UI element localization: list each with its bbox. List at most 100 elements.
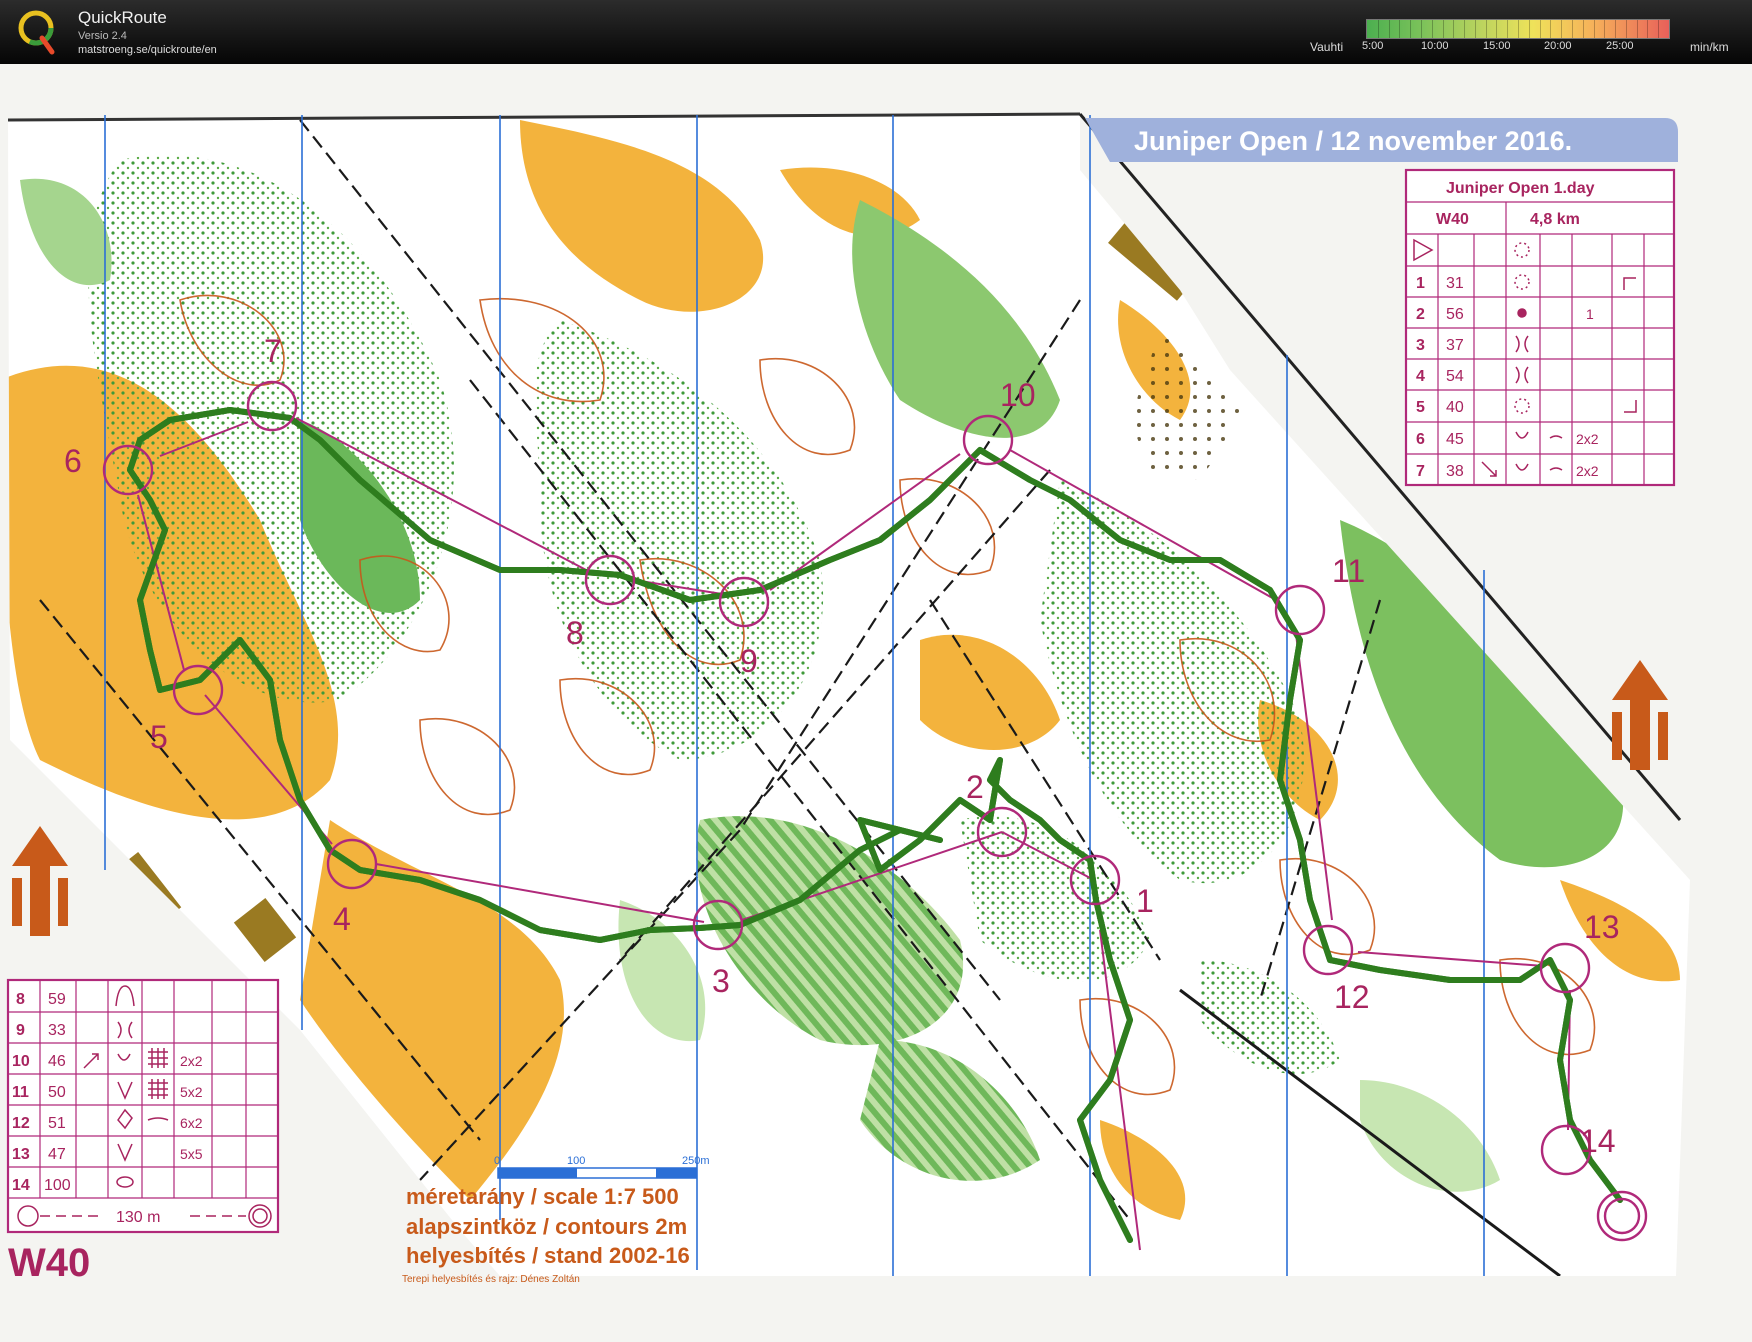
control-number-8: 8	[566, 615, 584, 651]
pace-unit: min/km	[1690, 40, 1729, 54]
desc-row-num: 9	[16, 1022, 25, 1039]
pace-tick: 5:00	[1362, 40, 1384, 52]
pace-scale-segment	[1518, 20, 1519, 38]
desc-row-extra: 2x2	[1576, 431, 1599, 447]
desc-row-num: 2	[1416, 306, 1425, 323]
desc-row-extra: 2x2	[180, 1053, 203, 1069]
desc-row-extra: 5x5	[180, 1146, 203, 1162]
desc-row-code: 33	[48, 1022, 66, 1039]
quickroute-logo-icon	[18, 10, 55, 55]
desc-row-num: 5	[1416, 399, 1425, 416]
description-class: W40	[1436, 211, 1469, 228]
map-legend: méretarány / scale 1:7 500 alapszintköz …	[406, 1184, 690, 1268]
desc-row-extra: 5x2	[180, 1084, 203, 1100]
control-number-13: 13	[1584, 909, 1620, 945]
title-bar: QuickRoute Versio 2.4 matstroeng.se/quic…	[0, 0, 1752, 64]
control-number-6: 6	[64, 443, 82, 479]
desc-row-code: 59	[48, 991, 66, 1008]
map-view[interactable]: Juniper Open / 12 november 2016. 1 2 3 4…	[0, 64, 1752, 1342]
desc-row-num: 13	[12, 1146, 30, 1163]
desc-row-code: 100	[44, 1177, 71, 1194]
desc-row-num: 7	[1416, 463, 1425, 480]
desc-row-num: 6	[1416, 431, 1425, 448]
pace-scale-segment	[1625, 20, 1627, 38]
pace-scale-segment	[1561, 20, 1563, 38]
pace-scale-segment	[1636, 20, 1638, 38]
desc-row-code: 51	[48, 1115, 66, 1132]
control-number-12: 12	[1334, 979, 1370, 1015]
finish-distance: 130 m	[116, 1209, 160, 1226]
desc-row-num: 14	[12, 1177, 30, 1194]
pace-scale-segment	[1388, 20, 1390, 38]
pace-scale-segment	[1399, 20, 1401, 38]
pace-scale-segment	[1453, 20, 1455, 38]
class-label: W40	[8, 1241, 90, 1285]
pace-scale-segment	[1507, 20, 1509, 38]
pace-scale-segment	[1528, 20, 1530, 38]
desc-row-num: 3	[1416, 337, 1425, 354]
pace-tick: 10:00	[1421, 40, 1449, 52]
app-title: QuickRoute	[78, 8, 167, 27]
pace-tick: 25:00	[1606, 40, 1634, 52]
desc-row-num: 8	[16, 991, 25, 1008]
control-number-11: 11	[1332, 553, 1365, 589]
desc-row-num: 11	[12, 1084, 29, 1101]
pace-scale-segment	[1464, 20, 1466, 38]
orienteering-map[interactable]: Juniper Open / 12 november 2016. 1 2 3 4…	[0, 64, 1752, 1342]
pace-scale-segment	[1615, 20, 1617, 38]
control-description-bottom: 8 59 9 33 10 46 2x2 11 50 5x2 12 51 6x2 …	[6, 978, 280, 1234]
pace-scale-segment	[1604, 20, 1606, 38]
scalebar-label: 250m	[682, 1155, 710, 1167]
desc-row-num: 12	[12, 1115, 30, 1132]
desc-row-code: 37	[1446, 337, 1464, 354]
desc-row-code: 45	[1446, 431, 1464, 448]
pace-label: Vauhti	[1310, 40, 1344, 54]
desc-row-code: 46	[48, 1053, 66, 1070]
stand-text: helyesbítés / stand 2002-16	[406, 1243, 690, 1268]
desc-row-code: 50	[48, 1084, 66, 1101]
pace-scale-segment	[1431, 20, 1433, 38]
pace-scale-segment	[1420, 20, 1422, 38]
desc-row-num: 4	[1416, 368, 1425, 385]
app-version: Versio 2.4	[78, 30, 127, 42]
pace-scale-segment	[1647, 20, 1649, 38]
description-title: Juniper Open 1.day	[1446, 180, 1595, 197]
map-header-title: Juniper Open / 12 november 2016.	[1134, 126, 1572, 156]
control-number-1: 1	[1136, 883, 1154, 919]
pace-scale-segment	[1539, 20, 1541, 38]
desc-row-num: 1	[1416, 275, 1425, 292]
pace-scale-segment	[1485, 20, 1487, 38]
control-number-5: 5	[150, 719, 168, 755]
pace-scale-segment	[1593, 20, 1595, 38]
pace-scale-segment	[1377, 20, 1379, 38]
control-description-top: Juniper Open 1.day W40 4,8 km 1 31 2 56 …	[1404, 168, 1676, 487]
pace-scale-segment	[1658, 20, 1660, 38]
contours-text: alapszintköz / contours 2m	[406, 1214, 687, 1239]
control-number-10: 10	[1000, 377, 1036, 413]
desc-row-extra: 6x2	[180, 1115, 203, 1131]
desc-row-code: 47	[48, 1146, 66, 1163]
pace-tick: 20:00	[1544, 40, 1572, 52]
desc-row-code: 54	[1446, 368, 1464, 385]
pace-scale-segment	[1496, 20, 1498, 38]
control-number-3: 3	[712, 963, 730, 999]
pace-scale-segment	[1474, 20, 1476, 38]
pace-color-scale	[1366, 19, 1670, 39]
pace-scale-segment	[1571, 20, 1573, 38]
control-number-4: 4	[333, 901, 351, 937]
desc-row-extra: 1	[1586, 306, 1594, 322]
pace-tick: 15:00	[1483, 40, 1511, 52]
desc-row-code: 38	[1446, 463, 1464, 480]
control-number-9: 9	[740, 643, 758, 679]
desc-row-extra: 2x2	[1576, 463, 1599, 479]
scalebar-label: 100	[567, 1155, 585, 1167]
app-url[interactable]: matstroeng.se/quickroute/en	[78, 44, 217, 56]
pace-scale-segment	[1410, 20, 1412, 38]
pace-scale-segment	[1582, 20, 1584, 38]
desc-row-code: 31	[1446, 275, 1464, 292]
description-length: 4,8 km	[1530, 211, 1580, 228]
desc-row-code: 56	[1446, 306, 1464, 323]
control-number-7: 7	[264, 333, 282, 369]
scalebar-label: 0	[494, 1155, 500, 1167]
desc-row-code: 40	[1446, 399, 1464, 416]
